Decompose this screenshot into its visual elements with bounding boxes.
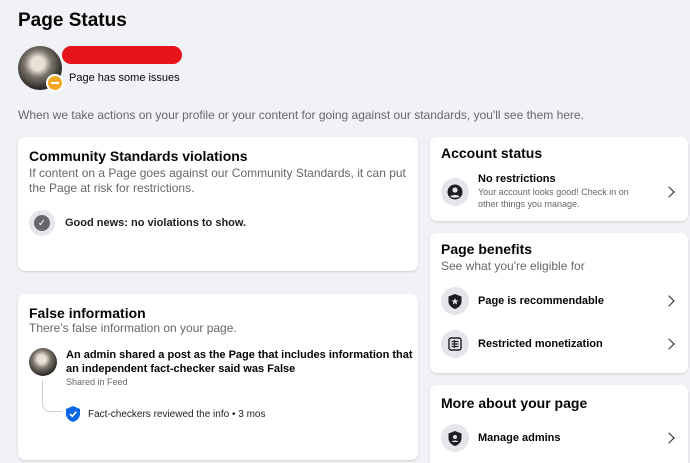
profile-status: Page has some issues: [69, 72, 180, 84]
chevron-right-icon: [663, 185, 675, 198]
card-description: There's false information on your page.: [29, 321, 237, 335]
profile-header: Page has some issues: [18, 46, 418, 96]
card-title: Account status: [441, 145, 543, 161]
no-restrictions-item[interactable]: No restrictions Your account looks good!…: [441, 173, 677, 210]
false-info-meta: Shared in Feed: [66, 377, 128, 387]
fact-check-row[interactable]: Fact-checkers reviewed the info • 3 mos: [66, 406, 265, 422]
page-title: Page Status: [18, 10, 127, 31]
page-recommendable-item[interactable]: Page is recommendable: [441, 287, 677, 315]
card-title: Community Standards violations: [29, 148, 248, 164]
check-circle-icon: ✓: [29, 210, 55, 236]
manage-admins-item[interactable]: Manage admins: [441, 424, 677, 452]
no-violations-row: ✓ Good news: no violations to show.: [29, 210, 407, 236]
page-avatar-icon: [29, 348, 57, 376]
community-standards-card: Community Standards violations If conten…: [18, 137, 418, 271]
chevron-right-icon: [663, 295, 675, 307]
warning-badge-icon: [46, 74, 64, 92]
monetization-icon: [441, 330, 469, 358]
card-description: If content on a Page goes against our Co…: [29, 166, 406, 195]
card-title: False information: [29, 305, 146, 321]
item-title: Manage admins: [478, 432, 561, 444]
chevron-right-icon: [663, 338, 675, 350]
shield-star-icon: [441, 287, 469, 315]
fact-check-shield-icon: [66, 406, 80, 422]
item-title: No restrictions: [478, 173, 556, 185]
intro-text: When we take actions on your profile or …: [18, 108, 584, 122]
person-icon: [441, 177, 469, 206]
card-title: Page benefits: [441, 241, 533, 257]
restricted-monetization-item[interactable]: Restricted monetization: [441, 330, 677, 358]
fact-check-text: Fact-checkers reviewed the info • 3 mos: [88, 408, 266, 420]
page-benefits-card: Page benefits See what you're eligible f…: [430, 233, 688, 373]
more-about-card: More about your page Manage admins: [430, 385, 688, 463]
chevron-right-icon: [663, 432, 675, 444]
item-title: Page is recommendable: [478, 295, 604, 307]
redacted-page-name: [62, 46, 182, 64]
false-info-text: An admin shared a post as the Page that …: [66, 349, 413, 375]
card-description: See what you're eligible for: [441, 259, 585, 273]
item-description: Your account looks good! Check in on oth…: [478, 187, 629, 209]
account-status-card: Account status No restrictions Your acco…: [430, 137, 688, 221]
item-title: Restricted monetization: [478, 338, 603, 350]
false-info-item[interactable]: An admin shared a post as the Page that …: [29, 348, 413, 458]
admin-shield-icon: [441, 424, 469, 452]
thread-connector: [42, 380, 62, 412]
good-news-text: Good news: no violations to show.: [65, 217, 247, 229]
false-information-card: False information There's false informat…: [18, 294, 418, 460]
card-title: More about your page: [441, 395, 588, 411]
